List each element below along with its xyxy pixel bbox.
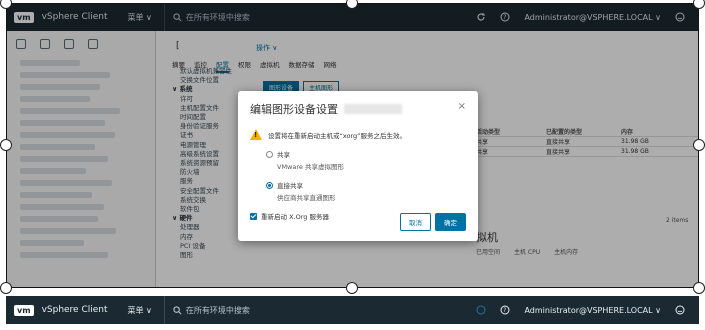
crop-handle-ml[interactable] xyxy=(0,139,12,151)
header-divider xyxy=(163,296,165,324)
dialog-title: 编辑图形设备设置 xyxy=(250,103,338,116)
dialog-buttons: 取消 确定 xyxy=(400,213,466,231)
crop-handle-bl[interactable] xyxy=(0,282,12,294)
vsphere-window-bottom: vm vSphere Client 菜单 ∨ 在所有环境中搜索 ? Admini… xyxy=(6,296,699,324)
redacted-host-name xyxy=(344,104,402,114)
warning-icon xyxy=(250,129,262,140)
shared-description: VMware 共享虚拟图形 xyxy=(277,163,344,171)
search-box[interactable]: 在所有环境中搜索 xyxy=(173,305,250,316)
search-placeholder: 在所有环境中搜索 xyxy=(185,305,250,315)
vm-logo: vm xyxy=(14,304,34,316)
screenshot-stage: vm vSphere Client 菜单 ∨ 在所有环境中搜索 ? Admini… xyxy=(0,0,705,330)
crop-handle-bm[interactable] xyxy=(346,282,358,294)
crop-handle-tr[interactable] xyxy=(693,0,705,9)
close-button[interactable]: × xyxy=(458,101,466,112)
search-icon xyxy=(173,305,182,314)
shared-label: 共享 xyxy=(277,151,290,159)
vsphere-window: vm vSphere Client 菜单 ∨ 在所有环境中搜索 ? Admini… xyxy=(6,3,699,288)
direct-option-line: 直接共享 xyxy=(266,180,466,190)
restart-xorg-checkbox[interactable] xyxy=(250,212,257,220)
direct-option[interactable]: 直接共享 供应商共享直通图形 xyxy=(266,180,466,202)
help-icon[interactable]: ? xyxy=(500,305,510,315)
smiley-icon[interactable] xyxy=(675,305,685,315)
direct-label: 直接共享 xyxy=(277,182,303,190)
ok-button[interactable]: 确定 xyxy=(435,213,466,231)
user-menu[interactable]: Administrator@VSPHERE.LOCAL ∨ xyxy=(524,306,661,315)
bottom-header: vm vSphere Client 菜单 ∨ 在所有环境中搜索 ? Admini… xyxy=(6,296,699,324)
dialog-title-row: 编辑图形设备设置 xyxy=(250,101,466,117)
shared-radio[interactable] xyxy=(266,150,273,158)
shared-option[interactable]: 共享 VMware 共享虚拟图形 xyxy=(266,149,466,171)
menu-button[interactable]: 菜单 ∨ xyxy=(128,305,152,316)
warning-row: 设置将在重新启动主机或“xorg”服务之后生效。 xyxy=(250,129,466,140)
direct-description: 供应商共享直通图形 xyxy=(277,194,336,202)
crop-handle-mr[interactable] xyxy=(693,139,705,151)
direct-radio[interactable] xyxy=(266,181,273,189)
warning-text: 设置将在重新启动主机或“xorg”服务之后生效。 xyxy=(268,131,407,140)
restart-xorg-label: 重新启动 X.Org 服务器 xyxy=(261,213,329,221)
cancel-button[interactable]: 取消 xyxy=(400,213,431,231)
loading-icon xyxy=(476,305,486,315)
header-right: ? Administrator@VSPHERE.LOCAL ∨ xyxy=(476,305,699,315)
app-name: vSphere Client xyxy=(41,305,108,315)
svg-text:?: ? xyxy=(504,307,507,314)
crop-handle-br[interactable] xyxy=(693,282,705,294)
shared-option-line: 共享 xyxy=(266,149,466,159)
edit-graphics-dialog: 编辑图形设备设置 × 设置将在重新启动主机或“xorg”服务之后生效。 共享 V… xyxy=(238,91,478,241)
